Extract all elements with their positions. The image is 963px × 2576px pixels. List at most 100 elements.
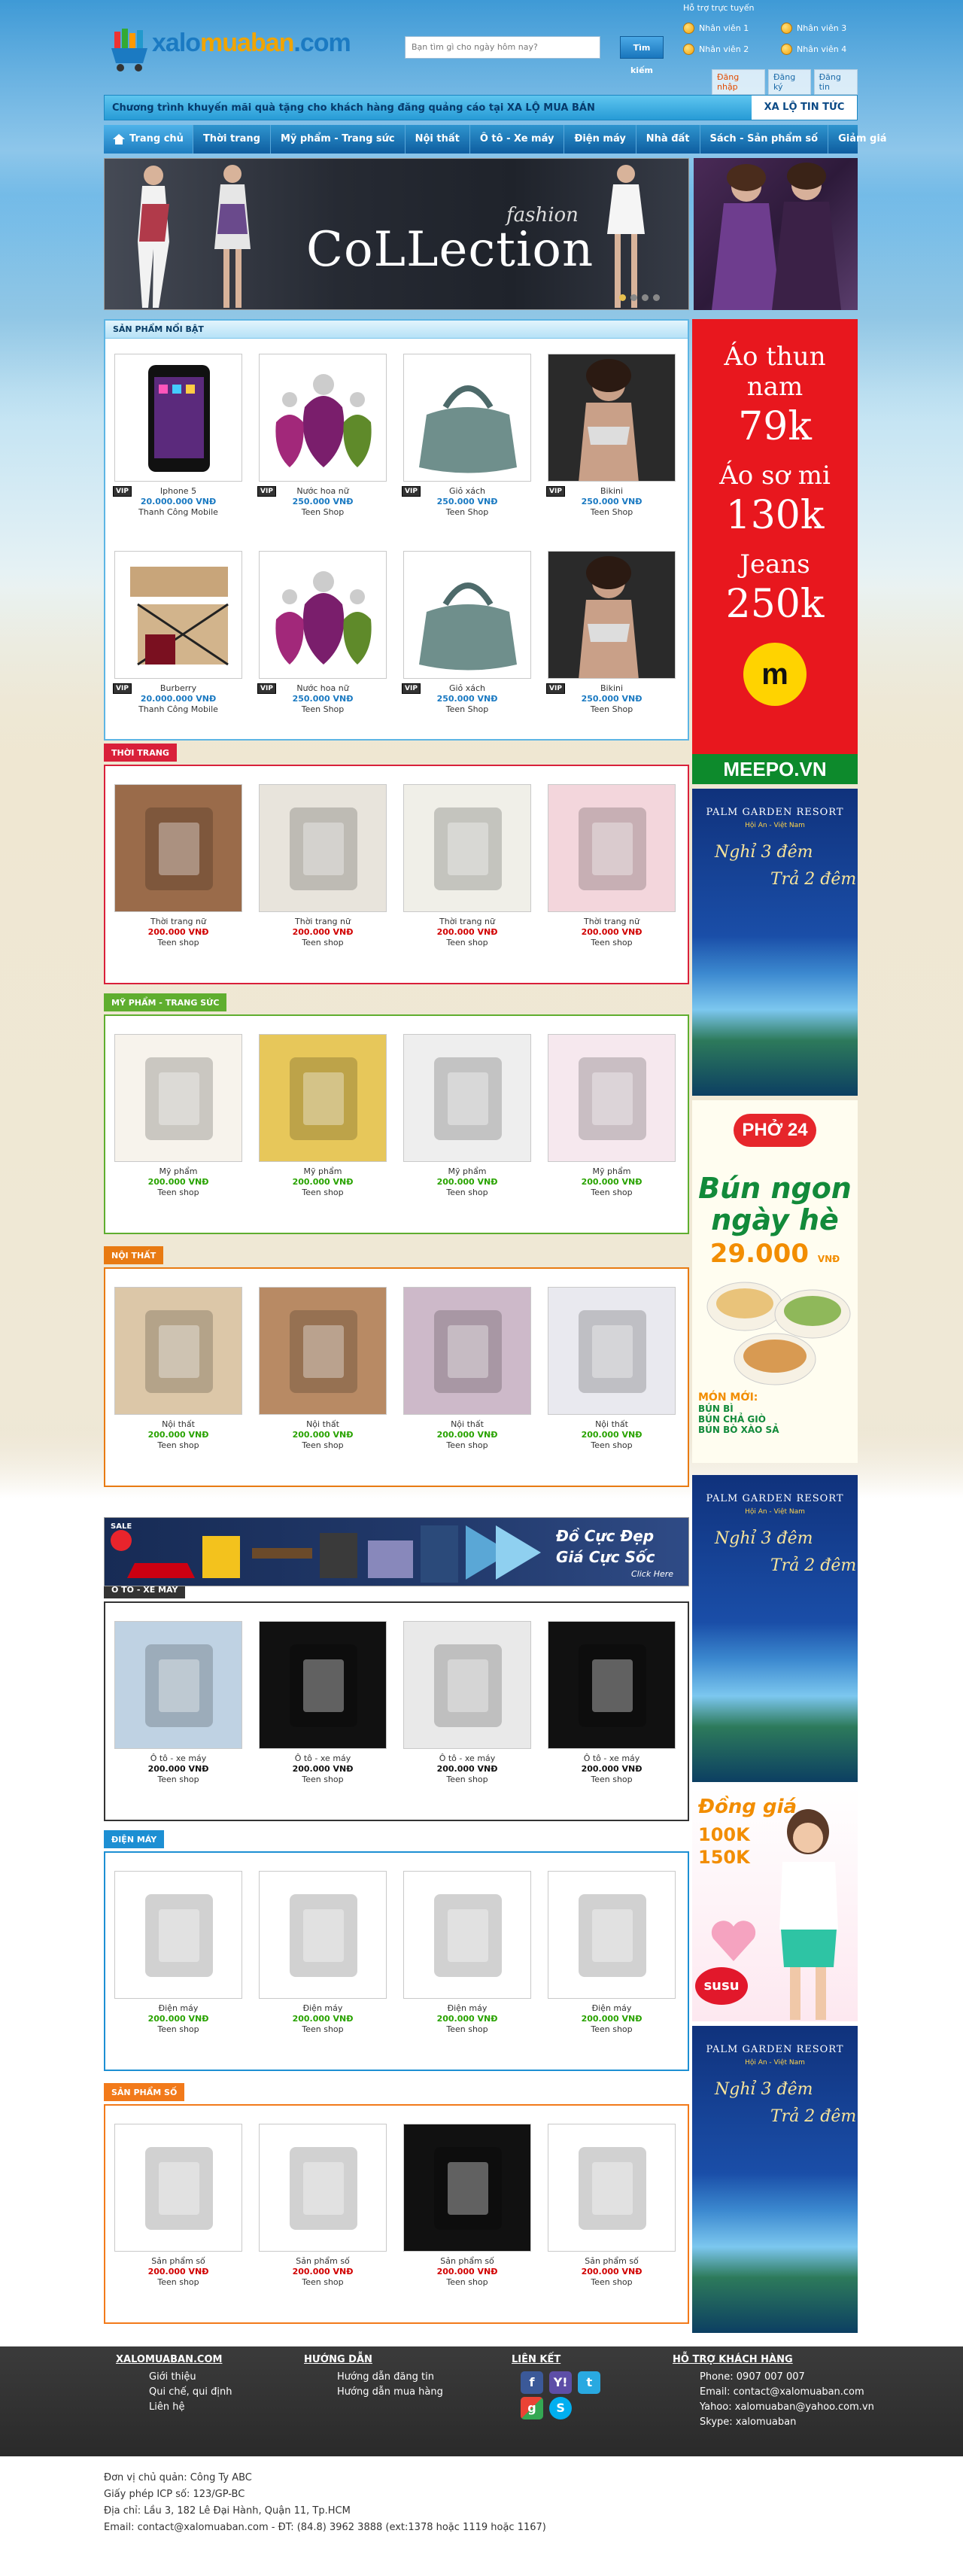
- footer-link[interactable]: Giới thiệu: [149, 2370, 232, 2385]
- promo-click-here[interactable]: Click Here: [631, 1569, 673, 1579]
- product-card[interactable]: Ô tô - xe máy 200.000 VNĐ Teen shop: [114, 1621, 242, 1809]
- product-card[interactable]: Ô tô - xe máy 200.000 VNĐ Teen shop: [259, 1621, 387, 1809]
- product-name: Burberry: [159, 683, 197, 693]
- product-card[interactable]: Thời trang nữ 200.000 VNĐ Teen shop: [403, 784, 531, 972]
- footer-link[interactable]: Liên hệ: [149, 2400, 232, 2415]
- footer-link[interactable]: Hướng dẫn đăng tin: [337, 2370, 443, 2385]
- product-card[interactable]: Mỹ phẩm 200.000 VNĐ Teen shop: [548, 1034, 676, 1222]
- product-card[interactable]: Mỹ phẩm 200.000 VNĐ Teen shop: [114, 1034, 242, 1222]
- logo[interactable]: xalomuaban.com: [110, 17, 351, 84]
- product-card[interactable]: Điện máy 200.000 VNĐ Teen shop: [114, 1871, 242, 2059]
- facebook-icon[interactable]: f: [521, 2371, 543, 2394]
- side-fashion-banner[interactable]: [694, 158, 858, 310]
- footer-link[interactable]: Qui chế, qui định: [149, 2385, 232, 2400]
- pho24-ad[interactable]: PHỞ 24 Bún ngon ngày hè 29.000 VNĐ MÓN M…: [692, 1100, 858, 1463]
- product-card[interactable]: Nội thất 200.000 VNĐ Teen shop: [403, 1287, 531, 1475]
- nav-item-cosmetics[interactable]: Mỹ phẩm - Trang sức: [271, 125, 406, 154]
- login-link[interactable]: Đăng nhập: [712, 69, 765, 95]
- product-card[interactable]: Thời trang nữ 200.000 VNĐ Teen shop: [548, 784, 676, 972]
- resort-offer-1: Nghỉ 3 đêm: [715, 1529, 813, 1548]
- pho24-price: 29.000 VNĐ: [709, 1239, 840, 1269]
- product-card[interactable]: Điện máy 200.000 VNĐ Teen shop: [403, 1871, 531, 2059]
- support-yahoo[interactable]: Yahoo: xalomuaban@yahoo.com.vn: [700, 2400, 874, 2415]
- product-card[interactable]: Nội thất 200.000 VNĐ Teen shop: [114, 1287, 242, 1475]
- product-card[interactable]: Thời trang nữ 200.000 VNĐ Teen shop: [114, 784, 242, 972]
- slider-dots[interactable]: [619, 294, 660, 301]
- nav-item-fashion[interactable]: Thời trang: [193, 125, 271, 154]
- product-card[interactable]: VIP Bikini 250.000 VNĐ Teen Shop: [546, 551, 676, 739]
- product-name: Bikini: [600, 486, 624, 496]
- resort-ad[interactable]: PALM GARDEN RESORT Hội An - Việt Nam Ngh…: [692, 789, 858, 1096]
- nav-item-furniture[interactable]: Nội thất: [406, 125, 470, 154]
- nav-item-real-estate[interactable]: Nhà đất: [636, 125, 700, 154]
- search-button[interactable]: Tìm kiếm: [620, 36, 664, 75]
- nav-item-books-digital[interactable]: Sách - Sản phẩm số: [700, 125, 829, 154]
- section-title[interactable]: THỜI TRANG: [104, 744, 177, 762]
- meepo-ad[interactable]: Áo thun nam 79k Áo sơ mi 130k Jeans 250k…: [692, 319, 858, 784]
- fashion-slider[interactable]: CoLLection fashion: [104, 158, 689, 310]
- product-image: [403, 1287, 531, 1415]
- section-title[interactable]: SẢN PHẨM SỐ: [104, 2083, 185, 2101]
- product-card[interactable]: VIP Nước hoa nữ 250.000 VNĐ Teen Shop: [257, 551, 387, 739]
- product-card[interactable]: Mỹ phẩm 200.000 VNĐ Teen shop: [259, 1034, 387, 1222]
- announcement-text[interactable]: Chương trình khuyến mãi quà tặng cho khá…: [112, 102, 595, 114]
- product-card[interactable]: Sản phẩm số 200.000 VNĐ Teen shop: [259, 2124, 387, 2312]
- product-card[interactable]: VIP Iphone 5 20.000.000 VNĐ Thanh Công M…: [113, 354, 242, 542]
- promo-banner[interactable]: Đồ Cực Đẹp Giá Cực Sốc Click Here SALE: [104, 1517, 689, 1586]
- product-card[interactable]: Thời trang nữ 200.000 VNĐ Teen shop: [259, 784, 387, 972]
- product-card[interactable]: Ô tô - xe máy 200.000 VNĐ Teen shop: [403, 1621, 531, 1809]
- product-card[interactable]: Điện máy 200.000 VNĐ Teen shop: [548, 1871, 676, 2059]
- product-image: [259, 1034, 387, 1162]
- bikini-image: [548, 551, 676, 679]
- section-title[interactable]: ĐIỆN MÁY: [104, 1830, 165, 1848]
- support-item[interactable]: Nhân viên 1: [683, 23, 749, 34]
- product-name: Giỏ xách: [448, 486, 486, 496]
- ad-text: Áo thun nam: [724, 342, 826, 402]
- nav-item-sale[interactable]: Giảm giá: [828, 125, 897, 154]
- product-card[interactable]: VIP Giỏ xách 250.000 VNĐ Teen Shop: [402, 551, 531, 739]
- product-card[interactable]: VIP Bikini 250.000 VNĐ Teen Shop: [546, 354, 676, 542]
- support-skype[interactable]: Skype: xalomuaban: [700, 2415, 874, 2430]
- footer-col-about: XALOMUABAN.COM Giới thiệu Qui chế, qui đ…: [116, 2354, 232, 2415]
- product-card[interactable]: Sản phẩm số 200.000 VNĐ Teen shop: [548, 2124, 676, 2312]
- product-card[interactable]: Nội thất 200.000 VNĐ Teen shop: [548, 1287, 676, 1475]
- resort-ad[interactable]: PALM GARDEN RESORT Hội An - Việt Nam Ngh…: [692, 2026, 858, 2333]
- product-card[interactable]: Sản phẩm số 200.000 VNĐ Teen shop: [114, 2124, 242, 2312]
- product-image: [114, 1287, 242, 1415]
- nav-item-electronics[interactable]: Điện máy: [564, 125, 636, 154]
- product-shop: Teen shop: [302, 938, 344, 947]
- footer-link[interactable]: Hướng dẫn mua hàng: [337, 2385, 443, 2400]
- nav-item-home[interactable]: Trang chủ: [104, 125, 193, 154]
- twitter-icon[interactable]: t: [578, 2371, 601, 2394]
- product-price: 200.000 VNĐ: [581, 1764, 643, 1774]
- news-tab[interactable]: XA LỘ TIN TỨC: [752, 96, 857, 120]
- section-title[interactable]: NỘI THẤT: [104, 1246, 164, 1264]
- skype-icon[interactable]: S: [549, 2397, 573, 2419]
- product-shop: Teen shop: [157, 1440, 199, 1450]
- announcement-bar: Chương trình khuyến mãi quà tặng cho khá…: [104, 95, 858, 120]
- product-image: [403, 1621, 531, 1749]
- product-card[interactable]: Mỹ phẩm 200.000 VNĐ Teen shop: [403, 1034, 531, 1222]
- yahoo-icon[interactable]: Y!: [549, 2371, 573, 2394]
- resort-ad[interactable]: PALM GARDEN RESORT Hội An - Việt Nam Ngh…: [692, 1475, 858, 1782]
- search-input[interactable]: Bạn tìm gì cho ngày hôm nay?: [405, 36, 600, 59]
- product-card[interactable]: VIP Burberry 20.000.000 VNĐ Thanh Công M…: [113, 551, 242, 739]
- support-email[interactable]: Email: contact@xalomuaban.com: [700, 2385, 874, 2400]
- post-ad-link[interactable]: Đăng tin: [813, 69, 858, 95]
- product-card[interactable]: Nội thất 200.000 VNĐ Teen shop: [259, 1287, 387, 1475]
- footer-heading: HƯỚNG DẪN: [304, 2354, 372, 2365]
- susu-ad[interactable]: Đồng giá 100K 150K susu: [692, 1787, 858, 2021]
- support-item[interactable]: Nhân viên 2: [683, 44, 749, 55]
- support-item[interactable]: Nhân viên 3: [781, 23, 846, 34]
- product-card[interactable]: Sản phẩm số 200.000 VNĐ Teen shop: [403, 2124, 531, 2312]
- product-name: Giỏ xách: [448, 683, 486, 693]
- google-icon[interactable]: g: [521, 2397, 543, 2419]
- product-card[interactable]: VIP Giỏ xách 250.000 VNĐ Teen Shop: [402, 354, 531, 542]
- register-link[interactable]: Đăng ký: [767, 69, 811, 95]
- product-card[interactable]: Điện máy 200.000 VNĐ Teen shop: [259, 1871, 387, 2059]
- nav-item-vehicles[interactable]: Ô tô - Xe máy: [470, 125, 565, 154]
- support-item[interactable]: Nhân viên 4: [781, 44, 846, 55]
- product-card[interactable]: VIP Nước hoa nữ 250.000 VNĐ Teen Shop: [257, 354, 387, 542]
- section-title[interactable]: MỸ PHẨM - TRANG SỨC: [104, 993, 227, 1011]
- product-card[interactable]: Ô tô - xe máy 200.000 VNĐ Teen shop: [548, 1621, 676, 1809]
